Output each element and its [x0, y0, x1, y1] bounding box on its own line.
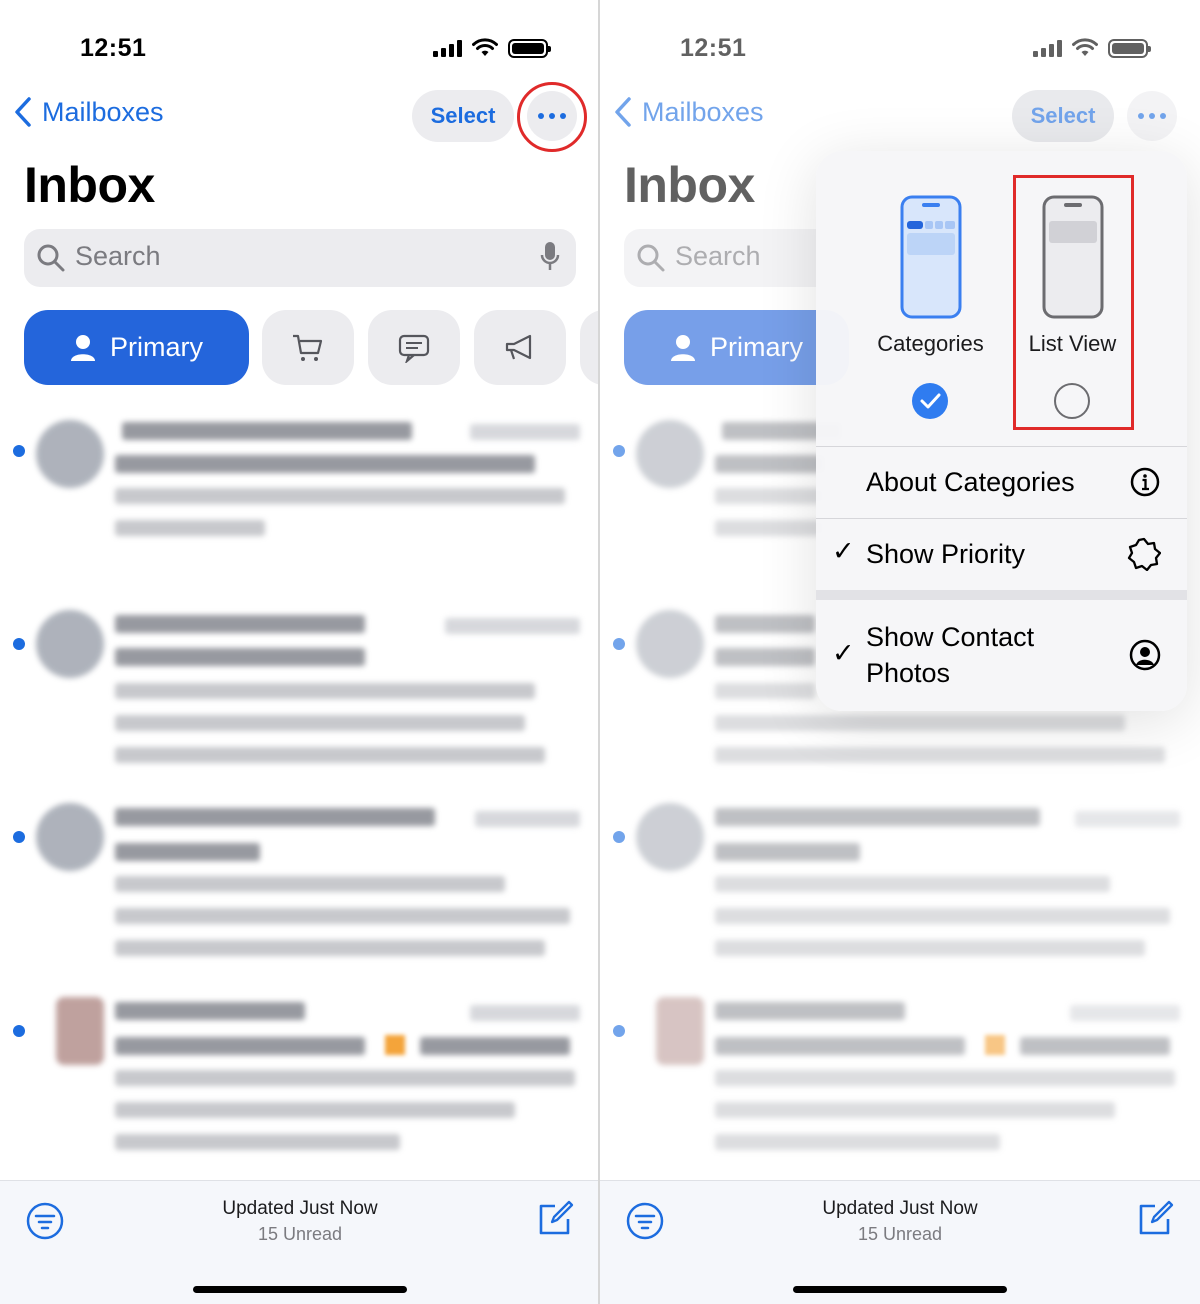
list-item[interactable]: [0, 415, 598, 610]
unread-count: 15 Unread: [857, 1224, 943, 1244]
tab-primary-label: Primary: [110, 332, 203, 362]
tab-transactions[interactable]: [262, 310, 354, 385]
person-circle-icon: [1129, 639, 1161, 671]
search-placeholder: Search: [75, 241, 161, 271]
cellular-signal-icon: [433, 39, 462, 57]
tab-more[interactable]: [580, 310, 598, 385]
status-icons: [433, 38, 551, 58]
priority-icon: [1127, 537, 1161, 571]
checkmark-icon: ✓: [832, 536, 855, 566]
search-field[interactable]: Search: [24, 229, 576, 287]
avatar: [36, 420, 104, 488]
list-item[interactable]: [0, 803, 598, 998]
categories-view-icon: [900, 195, 962, 319]
list-item[interactable]: [0, 610, 598, 805]
back-button[interactable]: Mailboxes: [14, 96, 164, 128]
checkmark-circle-icon: [912, 383, 948, 419]
bottom-toolbar: Updated Just Now 15 Unread: [0, 1180, 598, 1304]
show-contact-photos-item[interactable]: ✓ Show Contact Photos: [816, 600, 1187, 711]
avatar: [56, 997, 104, 1065]
avatar: [36, 803, 104, 871]
select-button[interactable]: Select: [412, 90, 514, 142]
tab-updates[interactable]: [368, 310, 460, 385]
info-icon: [1130, 467, 1160, 497]
back-label: Mailboxes: [42, 96, 164, 127]
about-categories-label: About Categories: [866, 467, 1075, 497]
page-title: Inbox: [24, 157, 155, 213]
avatar: [36, 610, 104, 678]
microphone-icon[interactable]: [540, 241, 560, 273]
show-contact-photos-label-2: Photos: [866, 658, 951, 688]
unread-count: 15 Unread: [257, 1224, 343, 1244]
status-bar: 12:51: [0, 30, 598, 70]
menu-section-divider: [816, 590, 1187, 600]
bottom-toolbar: Updated Just Now 15 Unread: [600, 1180, 1200, 1304]
unread-dot: [13, 638, 25, 650]
megaphone-icon: [505, 334, 532, 359]
highlight-circle: [517, 82, 587, 152]
unread-dot: [13, 445, 25, 457]
mail-list: [0, 400, 598, 1180]
compose-icon[interactable]: [1135, 1199, 1175, 1239]
unread-dot: [13, 1025, 25, 1037]
search-icon: [37, 244, 65, 272]
chevron-left-icon: [15, 97, 31, 127]
unread-dot: [13, 831, 25, 843]
about-categories-item[interactable]: About Categories: [816, 447, 1187, 518]
battery-icon: [508, 38, 551, 58]
message-icon: [398, 334, 430, 363]
category-tabs: Primary: [24, 310, 598, 386]
toolbar-status: Updated Just Now 15 Unread: [0, 1198, 598, 1245]
phone-screen-left: 12:51 Mailboxes Select Inbox Search Prim…: [0, 0, 600, 1304]
compose-icon[interactable]: [535, 1199, 575, 1239]
updated-status: Updated Just Now: [822, 1198, 978, 1219]
show-contact-photos-label-1: Show Contact: [866, 622, 1035, 652]
home-indicator: [193, 1286, 407, 1293]
updated-status: Updated Just Now: [222, 1198, 378, 1219]
wifi-icon: [472, 38, 498, 56]
tab-promotions[interactable]: [474, 310, 566, 385]
home-indicator: [793, 1286, 1007, 1293]
tab-primary[interactable]: Primary: [24, 310, 249, 385]
cart-icon: [293, 334, 323, 361]
highlight-rectangle: [1013, 175, 1134, 430]
show-priority-label: Show Priority: [866, 539, 1026, 569]
show-priority-item[interactable]: ✓ Show Priority: [816, 519, 1187, 590]
checkmark-icon: ✓: [832, 638, 855, 668]
list-item[interactable]: [0, 997, 598, 1192]
status-time: 12:51: [80, 34, 147, 62]
nav-bar: Mailboxes Select: [0, 90, 598, 145]
toolbar-status: Updated Just Now 15 Unread: [600, 1198, 1200, 1245]
person-icon: [71, 334, 95, 361]
